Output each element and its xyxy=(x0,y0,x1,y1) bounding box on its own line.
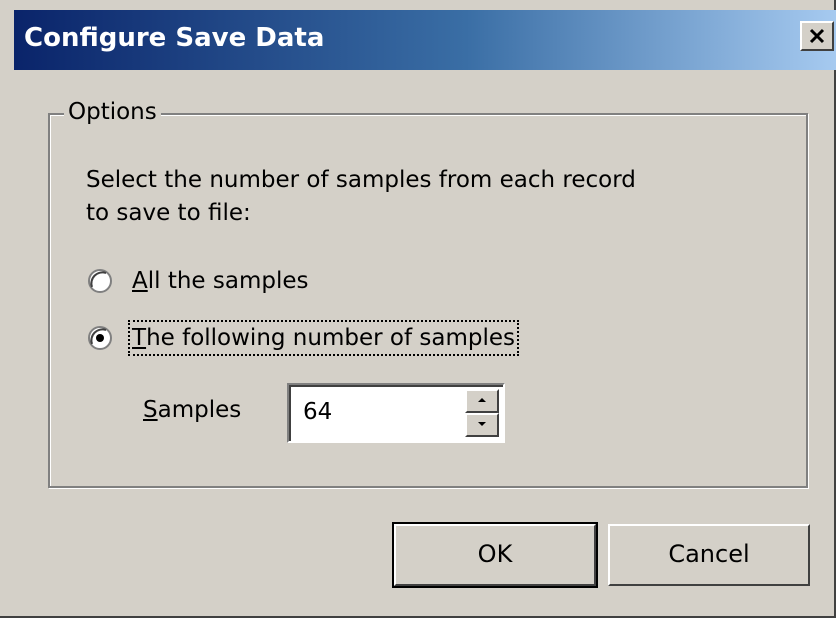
radio-following-samples-text: he following number of samples xyxy=(146,325,515,351)
samples-input[interactable]: 64 xyxy=(303,397,332,427)
radio-button-unselected[interactable] xyxy=(88,269,112,293)
instructions-line-1: Select the number of samples from each r… xyxy=(86,167,636,193)
samples-spinbox[interactable]: 64 xyxy=(287,383,505,443)
spin-up-button[interactable] xyxy=(465,389,499,413)
dialog-window: Configure Save Data Options Select the n… xyxy=(0,0,836,618)
spin-down-button[interactable] xyxy=(465,413,499,437)
radio-all-samples-label[interactable]: All the samples xyxy=(132,265,309,297)
instructions-line-2: to save to file: xyxy=(86,200,251,226)
title-bar[interactable]: Configure Save Data xyxy=(14,10,836,70)
samples-label-text: amples xyxy=(157,397,242,423)
ok-button[interactable]: OK xyxy=(392,522,598,588)
arrow-down-icon xyxy=(478,422,486,426)
instructions-text: Select the number of samples from each r… xyxy=(86,164,726,230)
options-legend: Options xyxy=(64,96,161,128)
close-icon xyxy=(809,28,825,44)
close-button[interactable] xyxy=(800,21,834,51)
radio-following-samples-label[interactable]: The following number of samples xyxy=(128,320,519,356)
mnemonic-t: T xyxy=(132,325,147,351)
radio-all-samples-text: ll the samples xyxy=(147,268,309,294)
radio-button-selected[interactable] xyxy=(88,326,112,350)
arrow-up-icon xyxy=(478,398,486,402)
cancel-button[interactable]: Cancel xyxy=(608,524,810,586)
samples-label: Samples xyxy=(143,394,241,426)
dialog-title: Configure Save Data xyxy=(24,23,325,53)
mnemonic-s: S xyxy=(143,397,158,423)
mnemonic-a: A xyxy=(132,268,148,294)
